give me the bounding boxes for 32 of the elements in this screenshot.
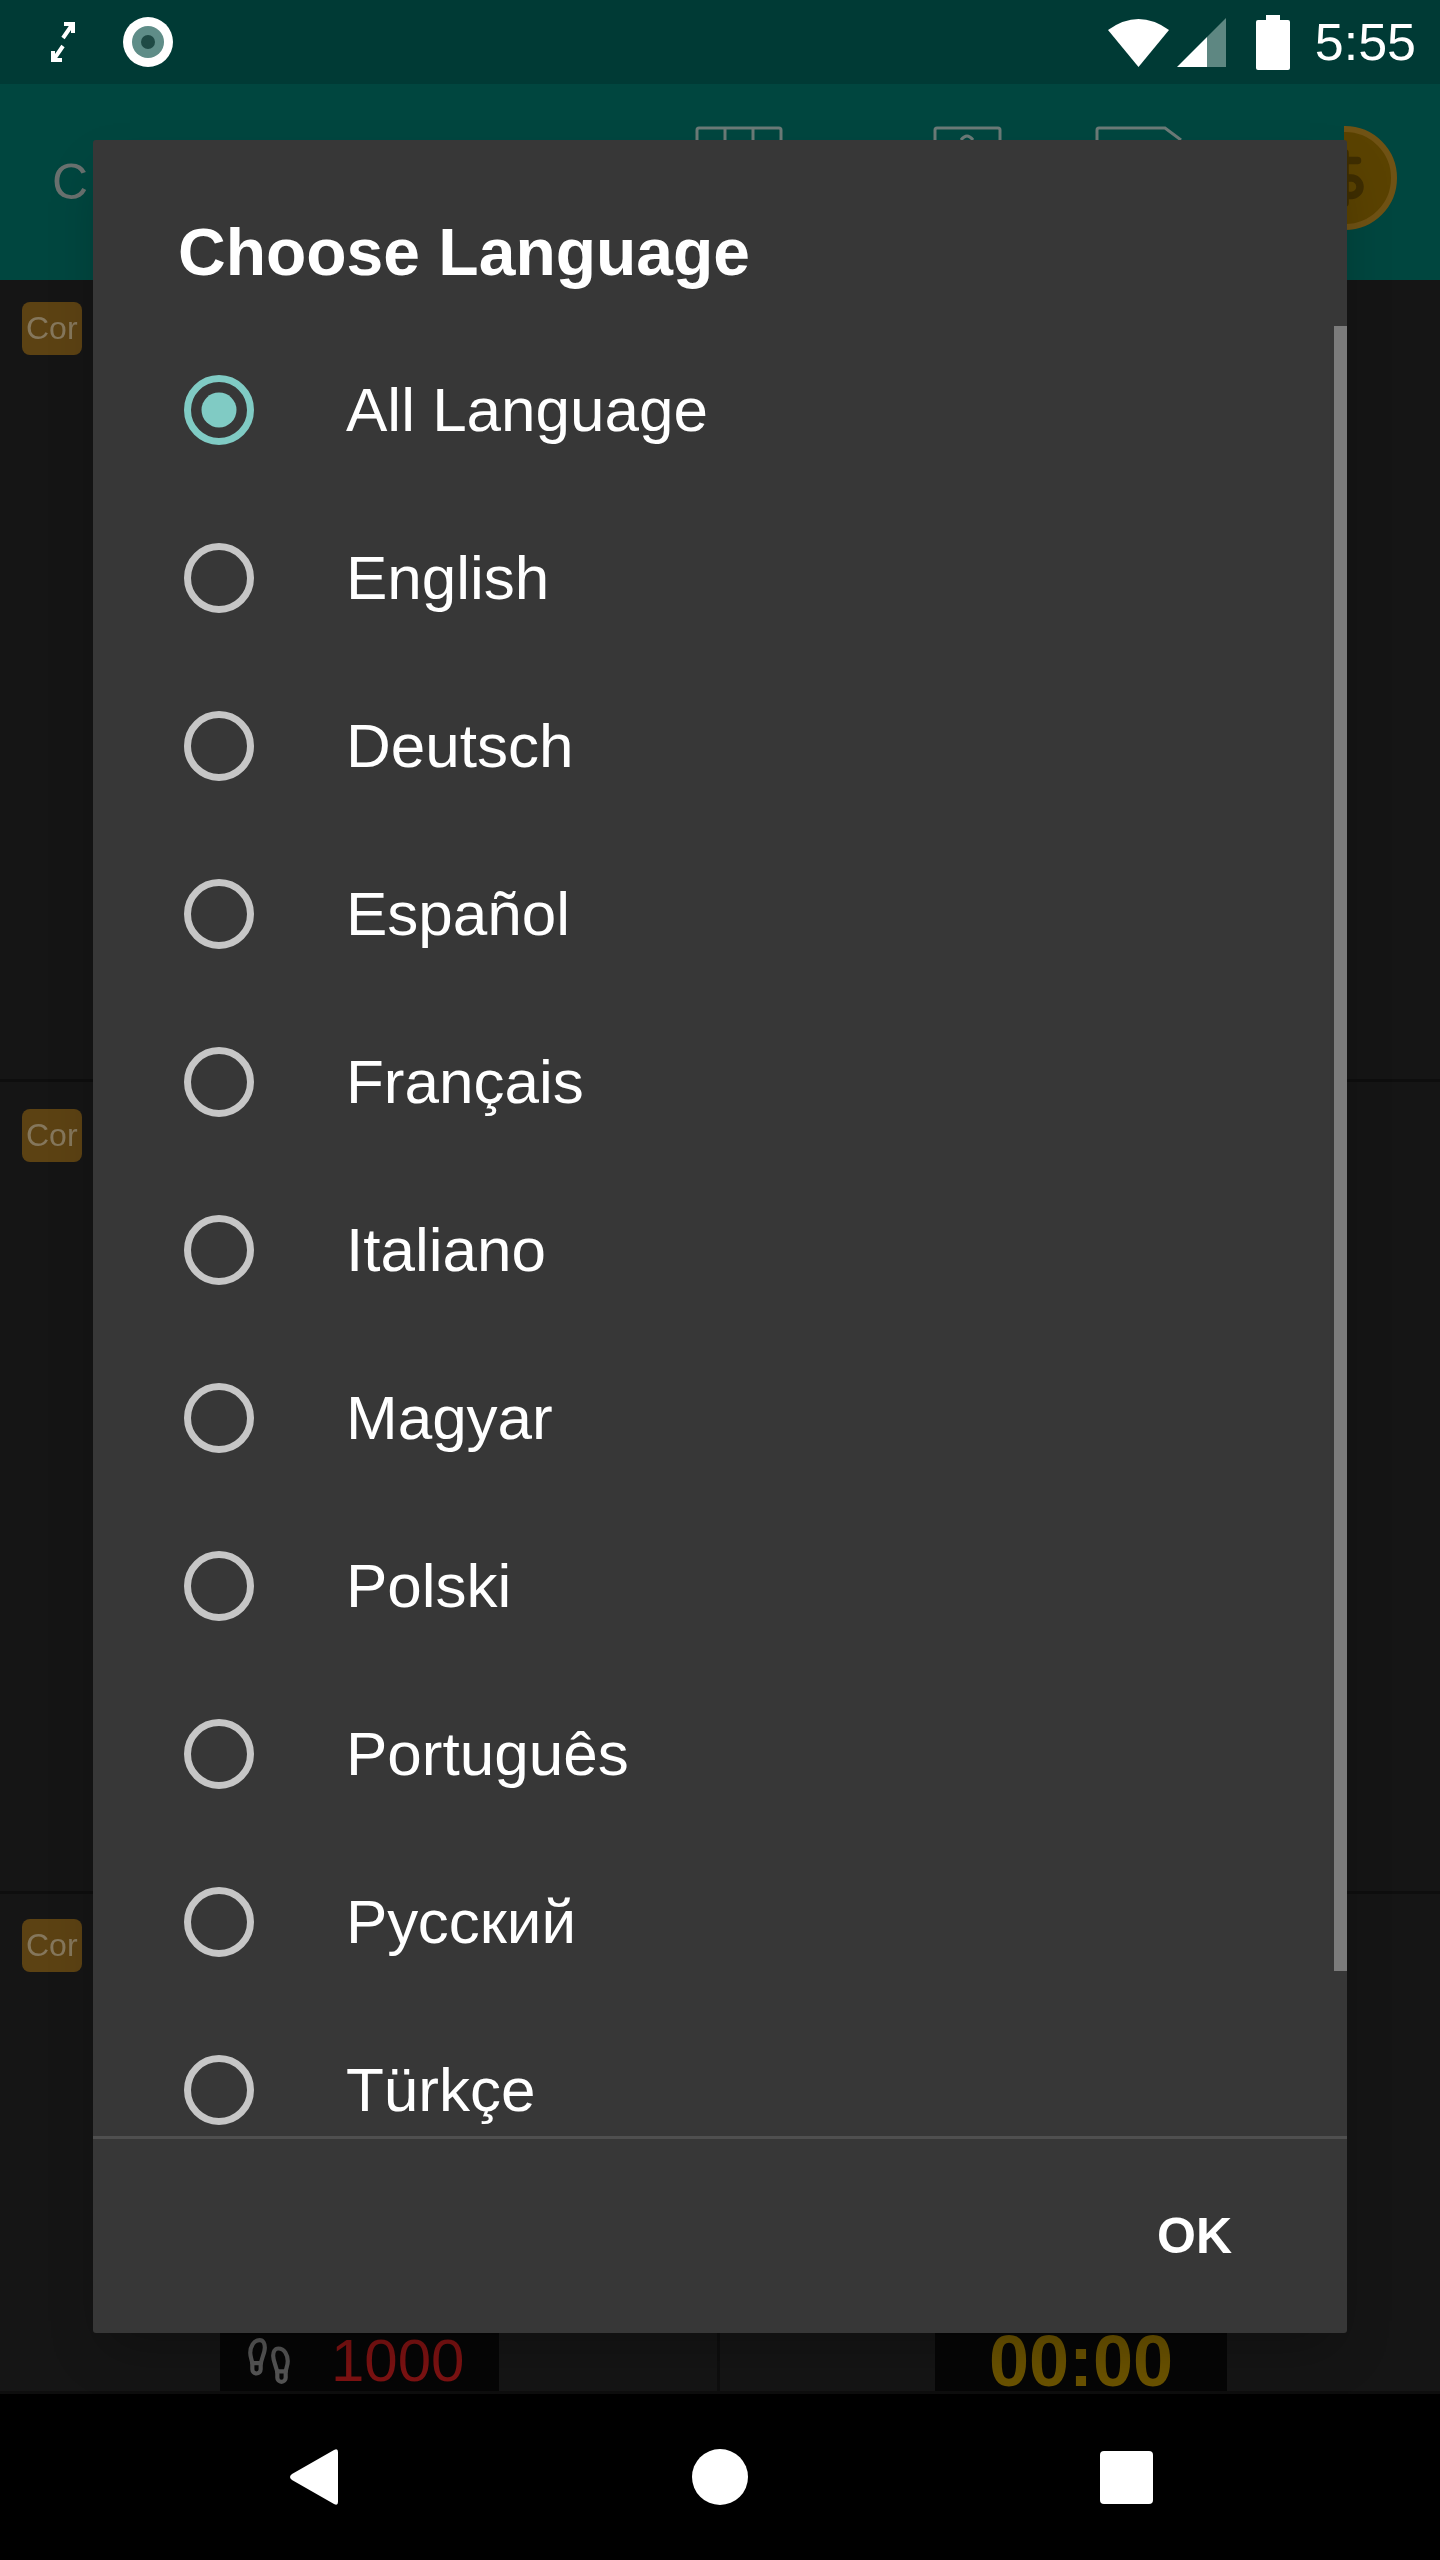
expand-arrows-icon <box>51 20 75 64</box>
language-option[interactable]: Русский <box>184 1884 577 1960</box>
app-title: C <box>52 153 89 212</box>
timer-reading: 00:00 <box>988 2331 1174 2391</box>
scrollbar-thumb[interactable] <box>1334 326 1347 1971</box>
language-option[interactable]: Français <box>184 1044 584 1120</box>
clock-time: 5:55 <box>1314 12 1416 72</box>
battery-icon <box>1255 14 1290 70</box>
language-option[interactable]: English <box>184 540 550 616</box>
ok-button[interactable]: OK <box>1141 2198 1248 2274</box>
language-option[interactable]: Deutsch <box>184 708 574 784</box>
overview-icon[interactable] <box>1099 2450 1153 2504</box>
signal-icon <box>1176 17 1226 67</box>
language-option[interactable]: Italiano <box>184 1212 546 1288</box>
step-count: 1000 <box>331 2331 465 2391</box>
picture-icon[interactable] <box>933 126 1002 140</box>
language-option[interactable]: Türkçe <box>184 2052 536 2128</box>
wifi-icon <box>1107 17 1169 67</box>
language-option[interactable]: Português <box>184 1716 629 1792</box>
back-icon[interactable] <box>287 2448 340 2506</box>
category-badge: Cor <box>22 1919 82 1972</box>
home-icon[interactable] <box>691 2449 748 2505</box>
record-icon <box>123 17 173 67</box>
document-icon[interactable] <box>1095 126 1183 140</box>
grid-icon[interactable] <box>695 126 783 140</box>
category-badge: Cor <box>22 302 82 355</box>
language-option[interactable]: Magyar <box>184 1380 553 1456</box>
category-badge: Cor <box>22 1109 82 1162</box>
language-option[interactable]: All Language <box>184 372 708 448</box>
language-option[interactable]: Polski <box>184 1548 512 1624</box>
language-option[interactable]: Español <box>184 876 571 952</box>
dialog-title: Choose Language <box>178 214 751 291</box>
